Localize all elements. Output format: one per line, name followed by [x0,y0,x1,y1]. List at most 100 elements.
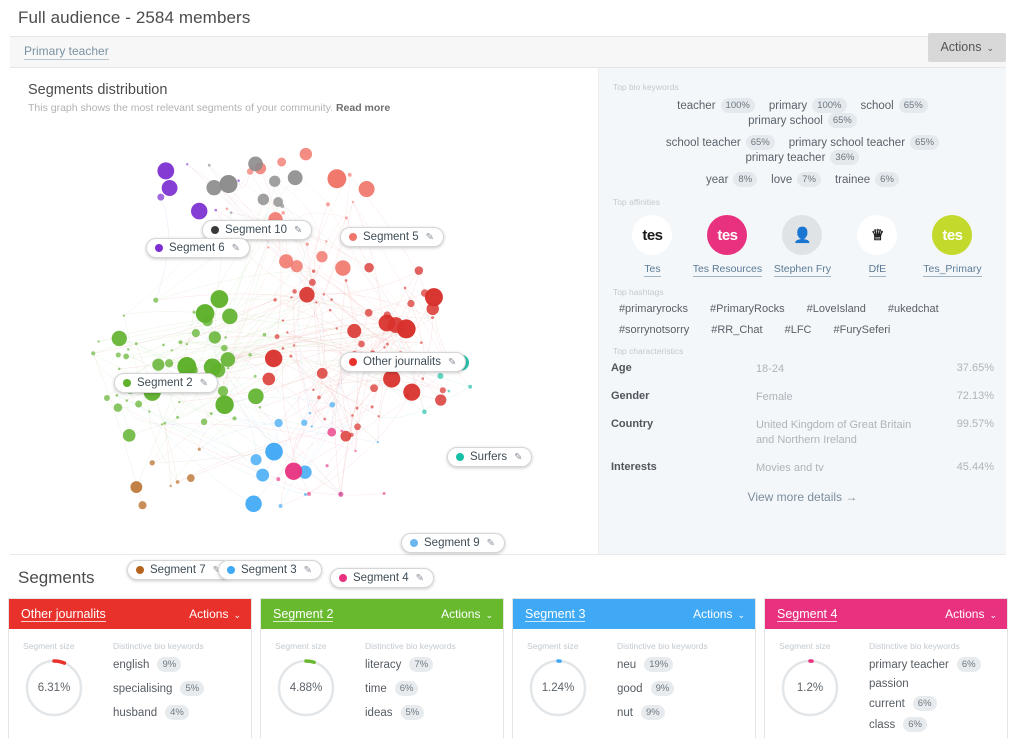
segment-size-donut: 1.24% [527,657,589,719]
edit-pencil-icon[interactable]: ✎ [514,452,522,463]
segment-actions-label: Actions [441,607,480,621]
edit-pencil-icon[interactable]: ✎ [304,565,312,576]
segment-label-segment-2[interactable]: Segment 2✎ [114,373,218,393]
segment-label-other-journalits[interactable]: Other journalits✎ [340,352,466,372]
view-more-details-link[interactable]: View more details → [611,490,994,504]
edit-pencil-icon[interactable]: ✎ [416,573,424,584]
segment-label-segment-4[interactable]: Segment 4 ✎ [330,568,434,588]
segment-actions-label: Actions [945,607,984,621]
segment-keywords-label: Distinctive bio keywords [365,641,493,651]
segment-card-header: Other journalits Actions⌄ [9,599,251,629]
tab-primary-teacher[interactable]: Primary teacher [24,44,109,60]
bio-keyword-row: school teacher65% primary school teacher 6… [611,135,994,165]
affinity-name[interactable]: Tes Resources [693,263,762,277]
segment-size-block: Segment size 1.24% [527,641,613,729]
hashtag[interactable]: #sorrynotsorry [619,324,689,336]
affinity-item[interactable]: tesTes [616,215,688,277]
edit-pencil-icon[interactable]: ✎ [294,225,302,236]
affinity-name[interactable]: Stephen Fry [774,263,831,277]
affinity-avatar-icon: tes [707,215,747,255]
segment-keyword-row: class6% [869,717,997,732]
segment-keyword-row: neu 19% [617,657,745,672]
keyword-pct: 7% [797,172,821,187]
hashtag[interactable]: #RR_Chat [711,324,762,336]
characteristic-value: Female [756,390,932,405]
segment-card-title[interactable]: Other journalits [21,607,106,622]
characteristic-key: Country [611,418,756,430]
segment-card-title[interactable]: Segment 3 [525,607,585,622]
characteristic-percent: 37.65% [932,362,994,374]
segment-label-segment-5[interactable]: Segment 5✎ [340,227,444,247]
segment-label-text: Segment 4 [353,572,409,584]
keyword-word: love [771,174,792,186]
keyword-pct: 65% [910,135,939,150]
segment-color-dot [136,566,144,574]
read-more-link[interactable]: Read more [336,102,390,114]
affinity-name[interactable]: Tes [644,263,660,277]
segment-actions-button[interactable]: Actions⌄ [693,607,745,621]
segment-label-segment-6[interactable]: Segment 6✎ [146,238,250,258]
edit-pencil-icon[interactable]: ✎ [200,378,208,389]
affinity-item[interactable]: ♕DfE [841,215,913,277]
segment-keywords-block: Distinctive bio keywordsprimary teacher6… [865,641,997,738]
segment-keyword-pct: 9% [651,681,675,696]
hashtag[interactable]: #primaryrocks [619,303,688,315]
chevron-down-icon: ⌄ [485,610,493,621]
hashtag[interactable]: #LFC [785,324,812,336]
segment-label-segment-9[interactable]: Segment 9✎ [401,533,505,553]
segment-keyword-row: nut9% [617,705,745,720]
actions-button-top[interactable]: Actions ⌄ [928,33,1006,62]
segment-keywords-label: Distinctive bio keywords [617,641,745,651]
hashtag[interactable]: #FurySeferi [834,324,891,336]
bio-keyword: primary teacher36% [746,150,860,165]
affinity-item[interactable]: tes Tes Resources [691,215,763,277]
characteristics-label: Top characteristics [613,346,994,356]
affinity-avatar-icon: 👤 [782,215,822,255]
segment-card-header: Segment 3 Actions⌄ [513,599,755,629]
segment-keyword-word: neu [617,659,636,671]
hashtag[interactable]: #PrimaryRocks [710,303,785,315]
segment-actions-button[interactable]: Actions ⌄ [441,607,493,621]
segment-card-title[interactable]: Segment 2 [273,607,333,622]
segment-keyword-word: nut [617,707,633,719]
segment-label-segment-3[interactable]: Segment 3✎ [218,560,322,580]
affinity-item[interactable]: tesTes_Primary [916,215,988,277]
keyword-word: teacher [677,100,715,112]
segment-color-dot [123,379,131,387]
hashtag[interactable]: #LoveIsland [807,303,866,315]
network-graph-svg [10,116,598,554]
bio-keywords-label: Top bio keywords [613,82,994,92]
segment-label-segment-10[interactable]: Segment 10✎ [202,220,312,240]
bio-keyword: primary school teacher 65% [789,135,939,150]
edit-pencil-icon[interactable]: ✎ [448,357,456,368]
edit-pencil-icon[interactable]: ✎ [487,538,495,549]
edit-pencil-icon[interactable]: ✎ [426,232,434,243]
bio-keyword: year8% [706,172,757,187]
keyword-word: primary school teacher [789,137,905,149]
segment-actions-button[interactable]: Actions⌄ [189,607,241,621]
characteristic-value: 18-24 [756,362,932,377]
hashtag-row: #primaryrocks #PrimaryRocks #LoveIsland #uk… [619,303,994,315]
segment-color-dot [349,358,357,366]
segment-actions-button[interactable]: Actions⌄ [945,607,997,621]
segment-label-surfers[interactable]: Surfers✎ [447,447,532,467]
graph-subtitle: This graph shows the most relevant segme… [28,102,598,114]
bio-keyword: school teacher65% [666,135,775,150]
network-graph-canvas[interactable] [10,116,598,554]
segment-card-title[interactable]: Segment 4 [777,607,837,622]
view-more-label: View more details [748,490,843,504]
affinity-name[interactable]: Tes_Primary [923,263,981,277]
segment-keyword-pct: 6% [395,681,419,696]
segment-color-dot [227,566,235,574]
segment-keyword-pct: 19% [644,657,673,672]
segment-size-label: Segment size [527,641,613,651]
affinity-name[interactable]: DfE [869,263,887,277]
edit-pencil-icon[interactable]: ✎ [232,243,240,254]
segment-keyword-word: english [113,659,149,671]
segment-keyword-word: current [869,698,905,710]
bio-keyword: school65% [861,98,928,113]
hashtag[interactable]: #ukedchat [888,303,939,315]
affinity-item[interactable]: 👤 Stephen Fry [766,215,838,277]
segment-label-segment-7[interactable]: Segment 7✎ [127,560,231,580]
characteristic-value: United Kingdom of Great Britain and Nort… [756,418,932,448]
